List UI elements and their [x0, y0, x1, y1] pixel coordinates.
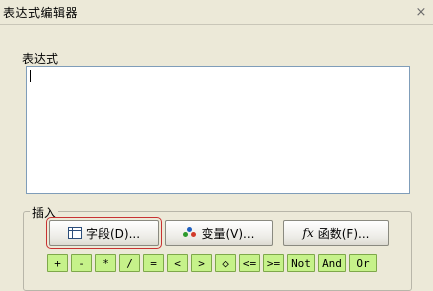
insert-group-label: 插入	[30, 204, 59, 221]
operator-not-equal-button[interactable]: ◇	[215, 254, 236, 272]
operator-equals-button[interactable]: =	[143, 254, 164, 272]
insert-function-button[interactable]: fx 函数(F)...	[283, 220, 389, 246]
insert-function-label: 函数(F)...	[317, 226, 370, 241]
variable-icon	[183, 227, 197, 239]
operator-divide-button[interactable]: /	[119, 254, 140, 272]
operator-less-than-button[interactable]: <	[167, 254, 188, 272]
insert-field-button[interactable]: 字段(D)...	[46, 217, 162, 249]
operator-plus-button[interactable]: +	[47, 254, 68, 272]
title-divider	[0, 24, 433, 25]
function-icon: fx	[302, 226, 314, 240]
operator-or-button[interactable]: Or	[349, 254, 377, 272]
operator-not-button[interactable]: Not	[287, 254, 315, 272]
expression-label: 表达式	[22, 52, 59, 66]
operator-greater-than-button[interactable]: >	[191, 254, 212, 272]
title-bar: 表达式编辑器 ×	[0, 0, 433, 24]
insert-variable-button[interactable]: 变量(V)...	[165, 220, 273, 246]
expression-editor[interactable]	[26, 66, 410, 194]
operator-and-button[interactable]: And	[318, 254, 346, 272]
operator-bar: + - * / = < > ◇ <= >= Not And Or	[47, 254, 377, 274]
close-icon[interactable]: ×	[415, 6, 427, 19]
operator-greater-equal-button[interactable]: >=	[263, 254, 284, 272]
insert-variable-label: 变量(V)...	[201, 226, 255, 241]
insert-field-label: 字段(D)...	[85, 226, 141, 241]
operator-minus-button[interactable]: -	[71, 254, 92, 272]
table-icon	[67, 227, 82, 239]
operator-multiply-button[interactable]: *	[95, 254, 116, 272]
text-caret	[30, 70, 31, 82]
operator-less-equal-button[interactable]: <=	[239, 254, 260, 272]
window-title: 表达式编辑器	[3, 6, 79, 20]
